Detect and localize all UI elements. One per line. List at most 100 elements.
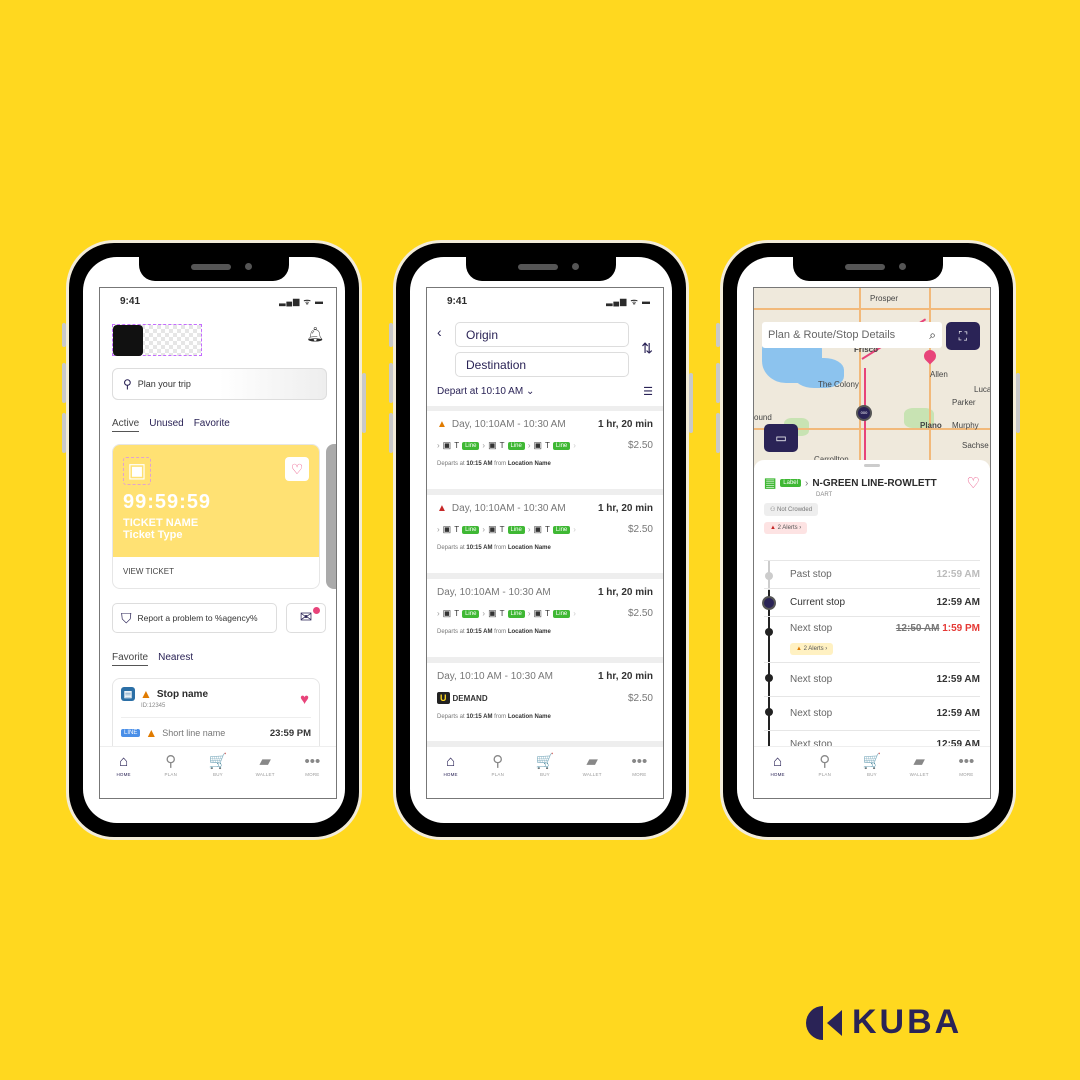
swap-icon[interactable]: ⇅ bbox=[641, 340, 653, 357]
trip-price: $2.50 bbox=[627, 524, 653, 535]
mode-label: T bbox=[499, 525, 505, 534]
chevron-right-icon: › bbox=[437, 609, 440, 618]
report-label: Report a problem to %agency% bbox=[137, 613, 258, 623]
brand-name: KUBA bbox=[852, 1003, 963, 1041]
chevron-right-icon: › bbox=[482, 525, 486, 534]
stop-row[interactable]: Next stop 12:59 AM bbox=[764, 662, 980, 696]
nav-buy[interactable]: 🛒 BUY bbox=[198, 753, 238, 798]
tab-favorite-stops[interactable]: Favorite bbox=[112, 652, 149, 666]
search-icon[interactable]: ⌕ bbox=[929, 322, 936, 348]
tab-favorite[interactable]: Favorite bbox=[194, 418, 230, 432]
chevron-right-icon: › bbox=[527, 441, 531, 450]
departure-info: Departs at 10:15 AM from Location Name bbox=[437, 545, 551, 551]
mode-label: T bbox=[499, 609, 505, 618]
chevron-right-icon: › bbox=[527, 609, 531, 618]
vehicle-icon bbox=[762, 596, 776, 610]
route-label-badge: Label bbox=[780, 479, 801, 487]
trip-result[interactable]: Day, 10:10 AM - 10:30 AM 1 hr, 20 min U DE… bbox=[427, 663, 663, 741]
stop-name: Stop name bbox=[156, 688, 209, 700]
trip-result[interactable]: ▲ Day, 10:10AM - 10:30 AM 1 hr, 20 min › ▣ T… bbox=[427, 495, 663, 573]
chevron-right-icon: › bbox=[804, 477, 809, 489]
list-options-icon[interactable]: ☰ bbox=[643, 385, 653, 398]
stop-alerts-button[interactable]: ▲ 2 Alerts › bbox=[790, 642, 834, 655]
wallet-icon: ▰ bbox=[586, 753, 598, 770]
stop-row-current[interactable]: Current stop 12:59 AM bbox=[762, 588, 980, 616]
phone-route: Prosper Frisco The Colony Allen Lucas Pa… bbox=[716, 240, 1020, 840]
nav-more[interactable]: ••• MORE bbox=[292, 753, 332, 798]
mail-button[interactable]: ✉ bbox=[286, 603, 326, 633]
plan-trip-button[interactable]: ⚲ Plan your trip bbox=[112, 368, 327, 400]
line-badge: Line bbox=[507, 441, 525, 450]
warning-icon: ▲ bbox=[140, 687, 152, 701]
sheet-handle[interactable] bbox=[864, 464, 880, 467]
nav-more[interactable]: ••• MORE bbox=[619, 753, 659, 798]
depart-time-dropdown[interactable]: Depart at 10:10 AM ⌄ bbox=[437, 386, 534, 397]
message-icon: ▭ bbox=[775, 431, 787, 445]
trip-result[interactable]: ▲ Day, 10:10AM - 10:30 AM 1 hr, 20 min › ▣ T… bbox=[427, 411, 663, 489]
nav-wallet[interactable]: ▰ WALLET bbox=[899, 753, 939, 798]
bus-icon: ▣ bbox=[442, 440, 452, 450]
stop-pin-icon[interactable] bbox=[921, 347, 939, 365]
tab-active[interactable]: Active bbox=[112, 418, 140, 432]
vehicle-marker[interactable]: 000 bbox=[856, 405, 872, 421]
nav-buy[interactable]: 🛒 BUY bbox=[525, 753, 565, 798]
nav-home[interactable]: ⌂ HOME bbox=[431, 753, 471, 798]
trip-time: Day, 10:10AM - 10:30 AM bbox=[451, 503, 566, 514]
line-name: Short line name bbox=[162, 728, 226, 738]
tab-unused[interactable]: Unused bbox=[149, 418, 183, 432]
ticket-card[interactable]: ▣ 99:59:59 TICKET NAME Ticket Type ♡ VIE… bbox=[112, 444, 320, 589]
nav-wallet[interactable]: ▰ WALLET bbox=[245, 753, 285, 798]
nav-plan[interactable]: ⚲ PLAN bbox=[805, 753, 845, 798]
trip-time: Day, 10:10AM - 10:30 AM bbox=[437, 587, 551, 598]
home-icon: ⌂ bbox=[446, 753, 456, 770]
line-badge: Line bbox=[552, 525, 571, 534]
trip-result[interactable]: Day, 10:10AM - 10:30 AM 1 hr, 20 min › ▣ T L… bbox=[427, 579, 663, 657]
map-layers-button[interactable]: ⛶ bbox=[946, 322, 980, 350]
bus-icon: ▣ bbox=[488, 524, 497, 534]
line-badge: Line bbox=[552, 609, 571, 618]
next-ticket-peek[interactable] bbox=[326, 444, 336, 589]
stop-row-past[interactable]: Past stop 12:59 AM bbox=[764, 560, 980, 588]
home-icon: ⌂ bbox=[773, 753, 783, 770]
status-bar: 9:41 ▂▄▆ ᯤ ▬ bbox=[447, 296, 651, 307]
back-chevron-icon[interactable]: ‹ bbox=[437, 324, 442, 340]
favorite-heart-icon[interactable]: ♡ bbox=[967, 474, 980, 492]
bus-icon: ▣ bbox=[488, 440, 497, 450]
warning-icon: ▲ bbox=[437, 419, 447, 430]
trip-duration: 1 hr, 20 min bbox=[597, 503, 653, 514]
stop-tabs: Favorite Nearest bbox=[112, 652, 193, 666]
chevron-right-icon: › bbox=[573, 609, 576, 618]
message-button[interactable]: ▭ bbox=[764, 424, 798, 452]
alerts-button[interactable]: ▲ 2 Alerts › bbox=[764, 522, 808, 534]
cart-icon: 🛒 bbox=[208, 753, 228, 770]
route-screen: Prosper Frisco The Colony Allen Lucas Pa… bbox=[753, 287, 991, 799]
stop-row[interactable]: Next stop 12:59 AM bbox=[764, 696, 980, 730]
origin-input[interactable]: Origin bbox=[455, 322, 629, 347]
stop-row-delayed[interactable]: Next stop 12:50 AM 1:59 PM ▲ 2 Alerts › bbox=[764, 616, 980, 662]
mode-label: T bbox=[454, 441, 460, 450]
report-problem-button[interactable]: ⛉ Report a problem to %agency% bbox=[112, 603, 277, 633]
logo-placeholder bbox=[112, 324, 202, 356]
search-input[interactable]: Plan & Route/Stop Details ⌕ bbox=[762, 322, 942, 348]
phone-home: 9:41 ▂▄▆ ᯤ ▬ 🔔︎ ⚲ Plan your trip Active Un… bbox=[62, 240, 366, 840]
route-details-sheet: ▤ Label › N-GREEN LINE-ROWLETT ♡ DART ⚇ Not … bbox=[754, 460, 990, 770]
nav-home[interactable]: ⌂ HOME bbox=[104, 753, 144, 798]
bell-icon[interactable]: 🔔︎ bbox=[306, 326, 324, 343]
demand-icon: U bbox=[437, 692, 450, 704]
bus-icon: ▤ bbox=[764, 475, 777, 490]
nav-buy[interactable]: 🛒 BUY bbox=[852, 753, 892, 798]
tab-nearest[interactable]: Nearest bbox=[158, 652, 193, 666]
chevron-right-icon: › bbox=[482, 609, 486, 618]
nav-plan[interactable]: ⚲ PLAN bbox=[478, 753, 518, 798]
destination-input[interactable]: Destination bbox=[455, 352, 629, 377]
line-badge: Line bbox=[462, 525, 480, 534]
view-ticket-link[interactable]: VIEW TICKET bbox=[113, 557, 319, 586]
heart-filled-icon[interactable]: ♥ bbox=[300, 691, 309, 708]
warning-icon: ▲ bbox=[796, 645, 804, 652]
nav-more[interactable]: ••• MORE bbox=[946, 753, 986, 798]
favorite-heart-icon[interactable]: ♡ bbox=[285, 457, 309, 481]
nav-home[interactable]: ⌂ HOME bbox=[758, 753, 798, 798]
nav-plan[interactable]: ⚲ PLAN bbox=[151, 753, 191, 798]
nav-wallet[interactable]: ▰ WALLET bbox=[572, 753, 612, 798]
chevron-right-icon: › bbox=[437, 525, 440, 534]
